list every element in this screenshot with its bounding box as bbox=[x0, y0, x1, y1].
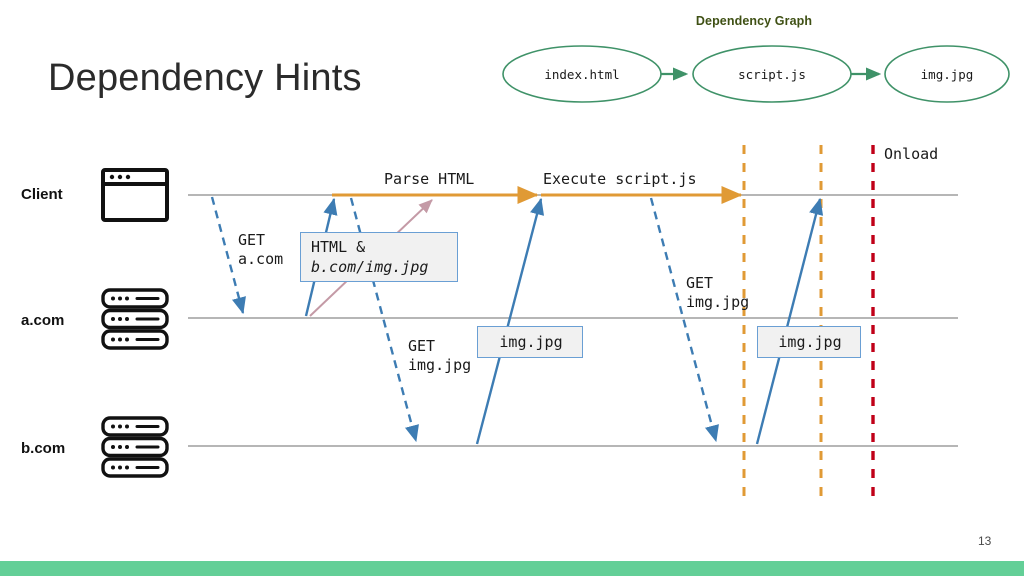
lane-label-client: Client bbox=[21, 186, 63, 203]
page-number: 13 bbox=[978, 534, 992, 548]
server-stack-icon-acom bbox=[100, 288, 170, 355]
label-get-acom: GET a.com bbox=[238, 231, 284, 268]
server-stack-icon-bcom bbox=[100, 416, 170, 483]
arrow-get-imgjpg-2 bbox=[649, 197, 719, 443]
message-box-html-line2: b.com/img.jpg bbox=[311, 258, 429, 276]
lane-label-acom: a.com bbox=[21, 312, 65, 329]
footer-bar bbox=[0, 561, 1024, 576]
arrow-response-imgjpg-1 bbox=[475, 197, 545, 445]
label-onload: Onload bbox=[884, 145, 939, 163]
message-box-html-and-hint: HTML & b.com/img.jpg bbox=[300, 232, 458, 282]
message-box-imgjpg-2: img.jpg bbox=[757, 326, 861, 358]
slide-canvas: Dependency Hints Dependency Graph index.… bbox=[0, 0, 1024, 576]
label-get-imgjpg-2: GET img.jpg bbox=[686, 274, 750, 311]
lane-label-bcom: b.com bbox=[21, 440, 66, 457]
message-box-html-line1: HTML & bbox=[311, 238, 366, 256]
browser-window-icon bbox=[100, 167, 170, 228]
message-box-imgjpg-1: img.jpg bbox=[477, 326, 583, 358]
arrow-response-imgjpg-2 bbox=[755, 197, 824, 445]
label-parse-html: Parse HTML bbox=[384, 170, 475, 188]
label-execute-script: Execute script.js bbox=[543, 170, 697, 188]
label-get-imgjpg-1: GET img.jpg bbox=[408, 337, 472, 374]
